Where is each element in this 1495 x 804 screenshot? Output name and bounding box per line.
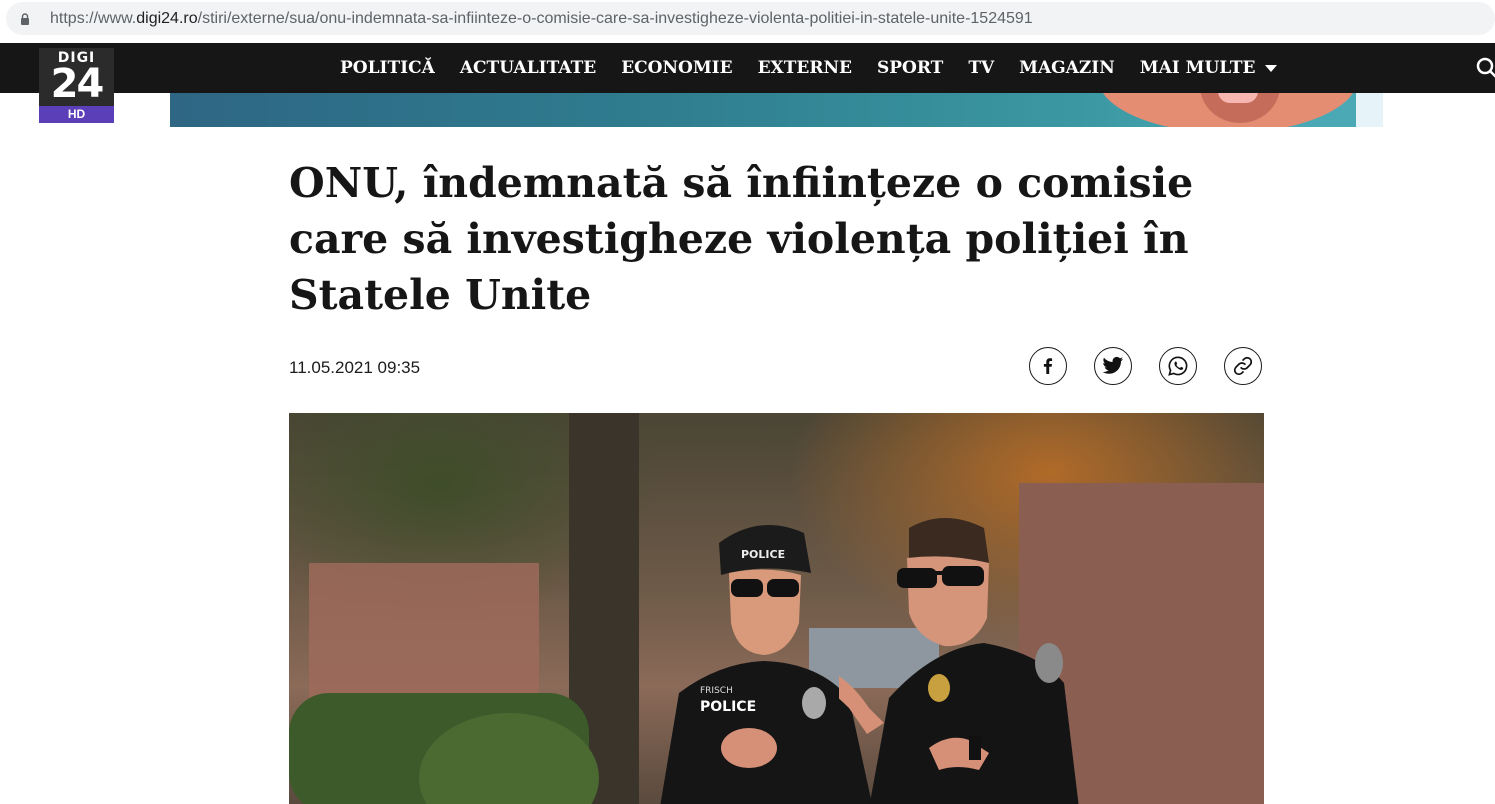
main-menu: POLITICĂ ACTUALITATE ECONOMIE EXTERNE SP…: [340, 43, 1302, 93]
browser-address-bar: https://www.digi24.ro/stiri/externe/sua/…: [0, 0, 1495, 38]
nav-item-tv[interactable]: TV: [968, 58, 994, 78]
lock-icon: [21, 13, 29, 25]
svg-text:POLICE: POLICE: [741, 548, 785, 561]
digi24-logo[interactable]: DIGI 24 HD: [39, 48, 114, 123]
banner-edge: [1356, 93, 1383, 127]
url-text[interactable]: https://www.digi24.ro/stiri/externe/sua/…: [50, 10, 1033, 28]
nav-item-politica[interactable]: POLITICĂ: [340, 58, 435, 78]
url-pill[interactable]: https://www.digi24.ro/stiri/externe/sua/…: [6, 2, 1495, 35]
link-icon: [1233, 356, 1253, 376]
nav-item-sport[interactable]: SPORT: [877, 58, 943, 78]
svg-text:FRISCH: FRISCH: [700, 686, 733, 696]
article-title: ONU, îndemnată să înființeze o comisie c…: [289, 159, 1194, 319]
share-link-button[interactable]: [1224, 347, 1262, 385]
share-whatsapp-button[interactable]: [1159, 347, 1197, 385]
whatsapp-icon: [1168, 356, 1188, 376]
logo-number: 24: [50, 61, 105, 107]
nav-item-mai-multe-label: MAI MULTE: [1139, 58, 1256, 78]
photo-officer-right: [839, 518, 1079, 804]
nav-item-economie[interactable]: ECONOMIE: [621, 58, 732, 78]
article-date: 11.05.2021 09:35: [289, 358, 421, 377]
chevron-down-icon: [1265, 65, 1278, 72]
logo-hd-badge: HD: [39, 106, 114, 123]
nav-item-actualitate[interactable]: ACTUALITATE: [460, 58, 596, 78]
facebook-icon: [1043, 358, 1053, 374]
share-facebook-button[interactable]: [1029, 347, 1067, 385]
nav-item-magazin[interactable]: MAGAZIN: [1019, 58, 1115, 78]
search-icon[interactable]: [1476, 57, 1495, 79]
article-hero-image[interactable]: POLICE FRISCH POLICE: [289, 413, 1264, 804]
nav-item-mai-multe[interactable]: MAI MULTE: [1140, 58, 1278, 78]
twitter-icon: [1102, 356, 1124, 374]
svg-text:POLICE: POLICE: [700, 699, 756, 715]
nav-item-externe[interactable]: EXTERNE: [758, 58, 852, 78]
advertisement-banner[interactable]: [170, 93, 1383, 127]
share-twitter-button[interactable]: [1094, 347, 1132, 385]
